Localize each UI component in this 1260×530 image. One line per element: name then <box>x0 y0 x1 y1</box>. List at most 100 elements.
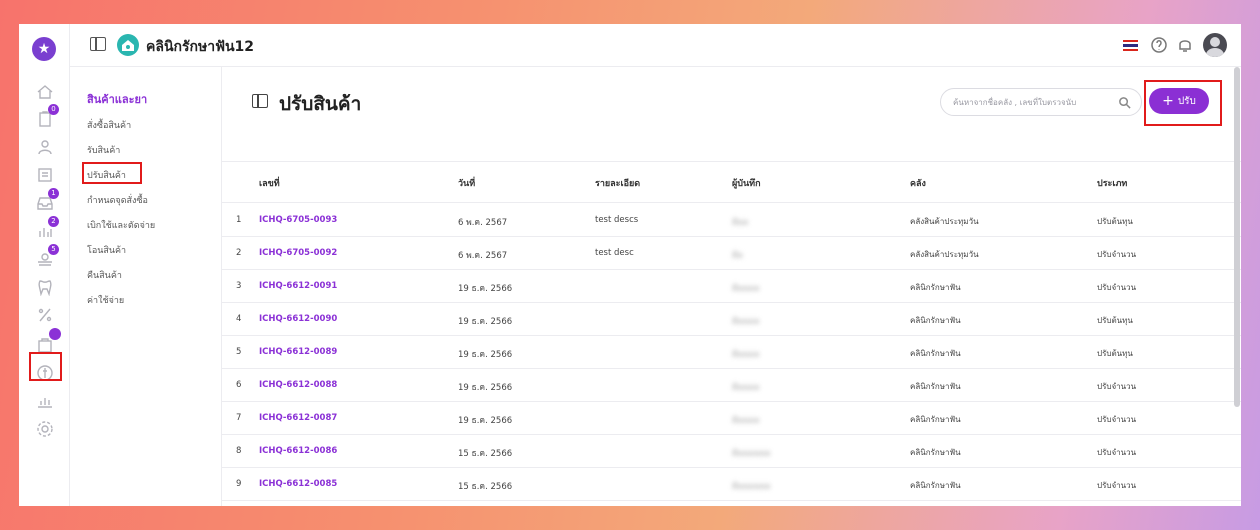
inbox-icon[interactable]: 1 <box>34 188 59 214</box>
document-number-link[interactable]: ICHQ-6705-0093 <box>259 215 337 225</box>
type-cell: ปรับจำนวน <box>1097 382 1137 391</box>
header-number: เลขที่ <box>259 179 280 189</box>
document-number-link[interactable]: ICHQ-6612-0085 <box>259 479 337 489</box>
top-bar: คลินิกรักษาฟัน12 <box>70 24 1241 67</box>
submenu-item-receive[interactable]: รับสินค้า <box>87 143 120 157</box>
date-cell: 6 พ.ค. 2567 <box>458 251 508 261</box>
submenu-item-reorder-point[interactable]: กำหนดจุดสั่งซื้อ <box>87 193 148 207</box>
tooth-icon[interactable] <box>34 276 56 298</box>
type-cell: ปรับต้นทุน <box>1097 316 1133 325</box>
date-cell: 6 พ.ค. 2567 <box>458 218 508 228</box>
table-row[interactable]: 6 ICHQ-6612-0088 19 ธ.ค. 2566 ดีดดดด คลินิกร… <box>222 369 1241 402</box>
row-index: 3 <box>236 281 242 291</box>
warehouse-cell: คลินิกรักษาฟัน <box>910 349 961 358</box>
document-number-link[interactable]: ICHQ-6612-0086 <box>259 446 337 456</box>
table-row[interactable]: 9 ICHQ-6612-0085 15 ธ.ค. 2566 ดีดดดดดด คลินิ… <box>222 468 1241 501</box>
user-icon[interactable] <box>34 136 56 158</box>
submenu: สินค้าและยา สั่งซื้อสินค้า รับสินค้า ปรั… <box>70 67 222 506</box>
clinic-home-icon <box>117 34 139 56</box>
app-logo-icon[interactable]: ★ <box>32 37 56 61</box>
recorder-cell: ดีดด <box>732 218 749 228</box>
highlight-box-rail <box>29 352 62 381</box>
app-window: ★ 0 1 2 5 คลินิกรักษาฟัน12 สินค้าและยา ส… <box>19 24 1241 506</box>
document-number-link[interactable]: ICHQ-6612-0089 <box>259 347 337 357</box>
document-number-link[interactable]: ICHQ-6612-0090 <box>259 314 337 324</box>
warehouse-cell: คลินิกรักษาฟัน <box>910 448 961 457</box>
search-box[interactable] <box>940 88 1142 116</box>
percent-icon[interactable] <box>34 304 56 326</box>
table-row[interactable]: 5 ICHQ-6612-0089 19 ธ.ค. 2566 ดีดดดด คลินิกร… <box>222 336 1241 369</box>
type-cell: ปรับจำนวน <box>1097 481 1137 490</box>
type-cell: ปรับต้นทุน <box>1097 217 1133 226</box>
scrollbar[interactable] <box>1234 67 1240 407</box>
money-icon[interactable]: 5 <box>34 244 59 270</box>
document-number-link[interactable]: ICHQ-6612-0088 <box>259 380 337 390</box>
icon-rail: ★ 0 1 2 5 <box>19 24 70 506</box>
row-index: 9 <box>236 479 242 489</box>
table-row[interactable]: 4 ICHQ-6612-0090 19 ธ.ค. 2566 ดีดดดด คลินิกร… <box>222 303 1241 336</box>
clinic-name[interactable]: คลินิกรักษาฟัน12 <box>146 36 254 58</box>
thai-flag-icon[interactable] <box>1123 40 1138 51</box>
submenu-item-expense[interactable]: ค่าใช้จ่าย <box>87 293 124 307</box>
warehouse-cell: คลินิกรักษาฟัน <box>910 481 961 490</box>
type-cell: ปรับจำนวน <box>1097 250 1137 259</box>
row-index: 4 <box>236 314 242 324</box>
document-number-link[interactable]: ICHQ-6705-0092 <box>259 248 337 258</box>
warehouse-cell: คลินิกรักษาฟัน <box>910 316 961 325</box>
notification-badge: 5 <box>48 244 59 255</box>
recorder-cell: ดีดดดด <box>732 383 760 393</box>
recorder-cell: ดีดดดดดด <box>732 482 771 492</box>
highlight-box-button <box>1144 80 1222 126</box>
submenu-item-return[interactable]: คืนสินค้า <box>87 268 122 282</box>
submenu-title[interactable]: สินค้าและยา <box>87 90 147 108</box>
search-input[interactable] <box>953 95 1113 110</box>
date-cell: 19 ธ.ค. 2566 <box>458 416 513 426</box>
highlight-box-submenu <box>82 162 142 184</box>
avatar[interactable] <box>1203 33 1227 57</box>
recorder-cell: ดีดดดด <box>732 284 760 294</box>
warehouse-cell: คลังสินค้าประทุมวัน <box>910 217 979 226</box>
bell-icon[interactable] <box>1176 36 1194 54</box>
row-index: 5 <box>236 347 242 357</box>
document-number-link[interactable]: ICHQ-6612-0091 <box>259 281 337 291</box>
search-icon[interactable] <box>1118 96 1131 109</box>
table-row[interactable]: 3 ICHQ-6612-0091 19 ธ.ค. 2566 ดีดดดด คลินิกร… <box>222 270 1241 303</box>
header-date: วันที่ <box>458 179 476 189</box>
clipboard-icon[interactable]: 0 <box>34 104 59 130</box>
active-dot <box>49 328 61 340</box>
row-index: 1 <box>236 215 242 225</box>
description-cell: test desc <box>595 248 634 258</box>
table-row[interactable]: 7 ICHQ-6612-0087 19 ธ.ค. 2566 ดีดดดด คลินิกร… <box>222 402 1241 435</box>
notification-badge: 0 <box>48 104 59 115</box>
submenu-item-transfer[interactable]: โอนสินค้า <box>87 243 126 257</box>
sidebar-toggle-icon[interactable] <box>90 37 106 51</box>
row-index: 6 <box>236 380 242 390</box>
page-title: ปรับสินค้า <box>279 93 362 115</box>
warehouse-cell: คลินิกรักษาฟัน <box>910 382 961 391</box>
report-icon[interactable] <box>34 390 56 412</box>
table-row[interactable]: 2 ICHQ-6705-0092 6 พ.ค. 2567 test desc ดีด คล… <box>222 237 1241 270</box>
schedule-icon[interactable] <box>34 164 56 186</box>
recorder-cell: ดีดดดด <box>732 317 760 327</box>
recorder-cell: ดีดดดดดด <box>732 449 771 459</box>
home-icon[interactable] <box>34 81 56 103</box>
document-number-link[interactable]: ICHQ-6612-0087 <box>259 413 337 423</box>
description-cell: test descs <box>595 215 639 225</box>
chart-bars-icon[interactable]: 2 <box>34 216 59 242</box>
submenu-item-withdraw[interactable]: เบิกใช้และตัดจ่าย <box>87 218 155 232</box>
help-icon[interactable] <box>1150 36 1168 54</box>
notification-badge: 1 <box>48 188 59 199</box>
table-row[interactable]: 1 ICHQ-6705-0093 6 พ.ค. 2567 test descs ดีดด… <box>222 204 1241 237</box>
date-cell: 19 ธ.ค. 2566 <box>458 284 513 294</box>
table-row[interactable]: 8 ICHQ-6612-0086 15 ธ.ค. 2566 ดีดดดดดด คลินิ… <box>222 435 1241 468</box>
settings-icon[interactable] <box>34 418 56 440</box>
recorder-cell: ดีดดดด <box>732 416 760 426</box>
notification-badge: 2 <box>48 216 59 227</box>
table-row[interactable]: 10ICHQ-6612-008415 ธ.ค. 2566ดีดดดดดดดคลิ… <box>222 501 1241 506</box>
warehouse-cell: คลินิกรักษาฟัน <box>910 283 961 292</box>
submenu-item-purchase[interactable]: สั่งซื้อสินค้า <box>87 118 131 132</box>
date-cell: 19 ธ.ค. 2566 <box>458 383 513 393</box>
header-recorder: ผู้บันทึก <box>732 179 761 189</box>
row-index: 7 <box>236 413 242 423</box>
type-cell: ปรับต้นทุน <box>1097 349 1133 358</box>
